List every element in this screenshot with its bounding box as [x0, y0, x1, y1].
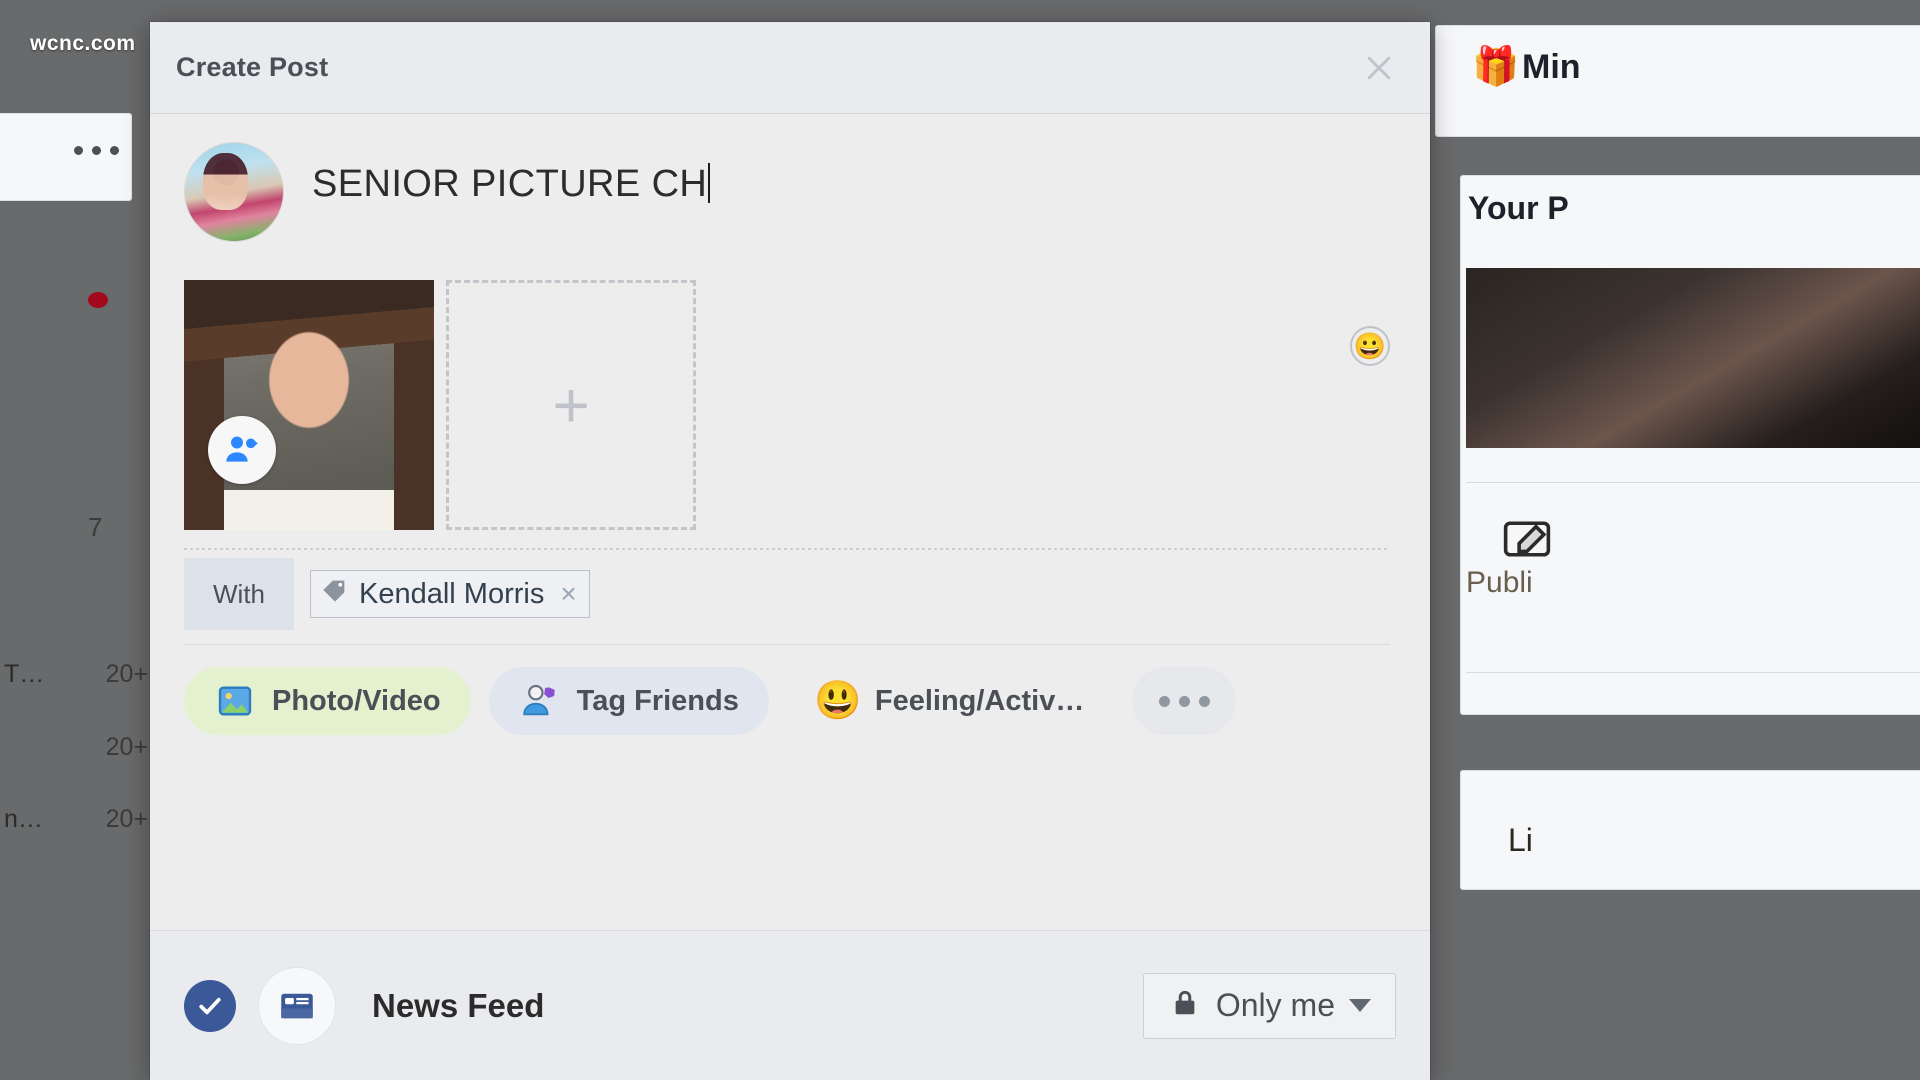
- background-your-pages-label: Your P: [1468, 190, 1569, 226]
- label-tag-icon: [321, 576, 349, 612]
- person-tag-name: Kendall Morris: [359, 577, 545, 610]
- tag-friends-input[interactable]: Kendall Morris ×: [294, 558, 1390, 630]
- person-tag[interactable]: Kendall Morris ×: [310, 570, 590, 618]
- dialog-body: SENIOR PICTURE CH 😀 + With Kendall Morri…: [150, 114, 1430, 930]
- background-list-item: n… 20+: [0, 805, 152, 834]
- background-list-item: 20+: [0, 733, 152, 762]
- background-mini-label: Min: [1522, 48, 1581, 86]
- background-publish-label: Publi: [1466, 566, 1533, 599]
- background-feed-card: [0, 113, 132, 201]
- privacy-selector[interactable]: Only me: [1142, 972, 1396, 1039]
- chevron-down-icon: [1349, 999, 1371, 1012]
- edit-pencil-icon: [1500, 512, 1554, 571]
- plus-icon: +: [552, 369, 590, 441]
- background-like-label: Li: [1508, 822, 1533, 858]
- create-post-dialog: Create Post SENIOR PICTURE CH 😀 + With K…: [150, 22, 1430, 1080]
- composer-row: SENIOR PICTURE CH: [150, 114, 1430, 262]
- photo-video-label: Photo/Video: [272, 684, 441, 717]
- news-feed-icon[interactable]: [258, 966, 336, 1045]
- dialog-header: Create Post: [150, 22, 1430, 114]
- photo-thumbnail-image: [184, 280, 434, 530]
- post-text-input[interactable]: SENIOR PICTURE CH: [312, 142, 1390, 262]
- background-right-column: 🎁 Min Your P Publi Li: [1430, 0, 1920, 1080]
- photo-video-button[interactable]: Photo/Video: [184, 667, 471, 735]
- ellipsis-icon: [1158, 695, 1210, 707]
- tagging-row: With Kendall Morris ×: [184, 558, 1390, 630]
- add-photo-button[interactable]: +: [446, 280, 696, 530]
- smiley-icon: 😃: [814, 680, 862, 722]
- background-thumbnail: [1466, 268, 1920, 448]
- tag-person-icon[interactable]: [208, 416, 276, 484]
- background-list-label: T…: [4, 660, 45, 688]
- feeling-activity-label: Feeling/Activ…: [874, 684, 1085, 717]
- page-root: 7 T… 20+ 20+ n… 20+ 🎁 Min Your P Publi L…: [0, 0, 1920, 1080]
- background-left-column: 7 T… 20+ 20+ n… 20+: [0, 0, 152, 1080]
- background-list-count: 20+: [105, 660, 148, 688]
- divider: [1466, 482, 1920, 483]
- destination-label: News Feed: [372, 986, 545, 1024]
- divider: [1466, 672, 1920, 673]
- privacy-label: Only me: [1215, 987, 1335, 1023]
- close-icon[interactable]: [1356, 45, 1402, 91]
- notification-dot-icon: [88, 292, 108, 308]
- photo-icon: [214, 680, 256, 722]
- with-label: With: [184, 558, 294, 630]
- attachment-row: +: [150, 262, 1430, 530]
- more-options-button[interactable]: [1132, 667, 1237, 735]
- station-watermark: wcnc.com: [30, 32, 136, 55]
- remove-tag-icon[interactable]: ×: [560, 578, 576, 610]
- ellipsis-icon: [74, 146, 119, 155]
- background-count: 7: [88, 512, 103, 542]
- dialog-footer: News Feed Only me: [150, 930, 1430, 1080]
- tag-friends-label: Tag Friends: [576, 684, 739, 717]
- background-list-label: n…: [4, 805, 43, 833]
- divider: [184, 548, 1390, 550]
- feeling-activity-button[interactable]: 😃 Feeling/Activ…: [786, 667, 1115, 735]
- check-icon[interactable]: [184, 979, 236, 1032]
- text-caret: [708, 163, 711, 203]
- lock-icon: [1168, 986, 1202, 1025]
- dialog-title: Create Post: [176, 52, 329, 82]
- emoji-smiley-icon[interactable]: 😀: [1350, 326, 1390, 366]
- post-text-value: SENIOR PICTURE CH: [312, 163, 708, 205]
- action-pill-row: Photo/Video Tag Friends 😃 Feeling/Activ…: [150, 645, 1430, 735]
- photo-thumbnail[interactable]: [184, 280, 434, 530]
- tag-friends-icon: [519, 680, 561, 722]
- background-list-count: 20+: [105, 733, 148, 761]
- avatar[interactable]: [184, 142, 284, 242]
- tag-friends-button[interactable]: Tag Friends: [488, 667, 769, 735]
- background-list-item: T… 20+: [0, 660, 152, 689]
- background-list-count: 20+: [105, 805, 148, 833]
- gift-icon: 🎁: [1472, 46, 1520, 88]
